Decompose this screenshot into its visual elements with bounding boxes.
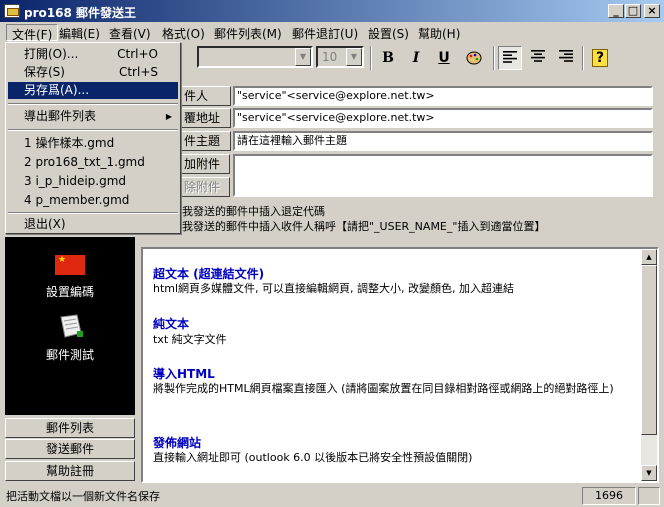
close-button[interactable]: × xyxy=(644,4,660,18)
underline-button[interactable]: U xyxy=(432,46,456,70)
menu-separator xyxy=(8,212,178,214)
menu-item-recent-2[interactable]: 2 pro168_txt_1.gmd xyxy=(8,154,178,171)
menu-item-save[interactable]: 保存(S) Ctrl+S xyxy=(8,64,178,81)
reply-label: 覆地址 xyxy=(180,108,231,128)
bold-button[interactable]: B xyxy=(376,46,400,70)
menu-separator xyxy=(8,103,178,105)
reply-field[interactable]: "service"<service@explore.net.tw> xyxy=(233,108,653,128)
status-bar: 把活動文檔以一個新文件名保存 1696 xyxy=(0,485,664,507)
menu-settings[interactable]: 設置(S) xyxy=(363,24,414,41)
align-right-button[interactable] xyxy=(554,46,578,70)
content-pane: 超文本 (超連結文件) html網頁多媒體文件, 可以直接編輯網頁, 調整大小,… xyxy=(141,247,659,483)
content-item-desc: 直接輸入網址即可 (outlook 6.0 以後版本已將安全性預設值關閉) xyxy=(153,451,473,464)
chevron-down-icon[interactable]: ▼ xyxy=(346,48,362,66)
menu-help[interactable]: 幫助(H) xyxy=(413,24,465,41)
status-count: 1696 xyxy=(582,487,636,505)
sidebar-settings-label[interactable]: 設置編碼 xyxy=(5,283,135,300)
italic-button[interactable]: I xyxy=(404,46,428,70)
china-flag-icon xyxy=(55,255,85,275)
menu-edit[interactable]: 編輯(E) xyxy=(54,24,105,41)
option-unsubscribe-code[interactable]: 我發送的郵件中插入退定代碼 xyxy=(182,203,325,219)
sidebar-button-help-register[interactable]: 幫助註冊 xyxy=(5,461,135,481)
font-size-combo[interactable]: 10 ▼ xyxy=(316,46,364,68)
align-right-icon xyxy=(559,50,573,62)
subject-label: 件主題 xyxy=(180,131,231,151)
help-question-icon: ? xyxy=(591,49,609,67)
scroll-mail-icon[interactable] xyxy=(57,313,85,341)
status-message: 把活動文檔以一個新文件名保存 xyxy=(6,490,160,503)
status-extra-panel xyxy=(638,487,660,505)
content-item-title[interactable]: 發佈網站 xyxy=(153,434,201,451)
menubar: 文件(F) 編輯(E) 查看(V) 格式(O) 郵件列表(M) 郵件退訂(U) … xyxy=(0,22,664,42)
align-center-icon xyxy=(531,50,545,62)
menu-item-export-list[interactable]: 導出郵件列表 ▶ xyxy=(8,108,178,125)
menu-unsubscribe[interactable]: 郵件退訂(U) xyxy=(287,24,363,41)
align-left-icon xyxy=(503,51,517,63)
menu-item-recent-3[interactable]: 3 i_p_hideip.gmd xyxy=(8,173,178,190)
content-item-desc: txt 純文字文件 xyxy=(153,333,227,346)
align-center-button[interactable] xyxy=(526,46,550,70)
toolbar-separator xyxy=(370,46,372,70)
menu-separator xyxy=(8,129,178,131)
subject-field[interactable]: 請在這裡輸入郵件主題 xyxy=(233,131,653,151)
scroll-thumb[interactable] xyxy=(641,265,657,435)
help-button[interactable]: ? xyxy=(588,46,612,70)
sidebar-test-label[interactable]: 郵件測試 xyxy=(5,346,135,363)
window-title: pro168 郵件發送王 xyxy=(24,6,136,20)
content-item-desc: html網頁多媒體文件, 可以直接編輯網頁, 調整大小, 改變顏色, 加入超連結 xyxy=(153,282,515,295)
file-menu-dropdown: 打開(O)... Ctrl+O 保存(S) Ctrl+S 另存爲(A)... 導… xyxy=(5,42,181,234)
font-name-combo[interactable]: ▼ xyxy=(197,46,313,68)
menu-item-open[interactable]: 打開(O)... Ctrl+O xyxy=(8,46,178,63)
toolbar-separator xyxy=(493,46,495,70)
menu-file[interactable]: 文件(F) xyxy=(6,24,59,42)
sender-field[interactable]: "service"<service@explore.net.tw> xyxy=(233,86,653,106)
palette-button[interactable] xyxy=(462,46,486,70)
scroll-down-icon[interactable]: ▼ xyxy=(641,465,657,481)
menu-view[interactable]: 查看(V) xyxy=(104,24,156,41)
sidebar-button-mail-list[interactable]: 郵件列表 xyxy=(5,418,135,438)
option-recipient-name[interactable]: 我發送的郵件中插入收件人稱呼【請把"_USER_NAME_"插入到適當位置】 xyxy=(182,218,545,234)
toolbar-separator xyxy=(582,46,584,70)
palette-icon xyxy=(466,51,482,65)
menu-format[interactable]: 格式(O) xyxy=(157,24,210,41)
menu-mail-list[interactable]: 郵件列表(M) xyxy=(209,24,287,41)
add-attachment-button[interactable]: 加附件 xyxy=(180,154,230,174)
sidebar-button-send-mail[interactable]: 發送郵件 xyxy=(5,439,135,459)
font-size-value: 10 xyxy=(322,50,338,64)
sender-label: 件人 xyxy=(180,86,231,106)
scroll-up-icon[interactable]: ▲ xyxy=(641,249,657,265)
sidebar-panel: 設置編碼 郵件測試 xyxy=(5,237,135,415)
title-bar: pro168 郵件發送王 _ □ × xyxy=(0,0,664,22)
menu-item-save-as[interactable]: 另存爲(A)... xyxy=(8,82,178,99)
vertical-scrollbar[interactable]: ▲ ▼ xyxy=(641,249,657,481)
menu-item-exit[interactable]: 退出(X) xyxy=(8,216,178,233)
attachment-list[interactable] xyxy=(233,154,653,197)
content-item-title[interactable]: 純文本 xyxy=(153,315,189,332)
chevron-down-icon[interactable]: ▼ xyxy=(295,48,311,66)
content-item-title[interactable]: 超文本 (超連結文件) xyxy=(153,265,264,282)
submenu-arrow-icon: ▶ xyxy=(165,112,172,121)
app-mail-icon xyxy=(4,4,20,18)
delete-attachment-button[interactable]: 除附件 xyxy=(180,177,230,197)
menu-item-recent-4[interactable]: 4 p_member.gmd xyxy=(8,192,178,209)
content-item-title[interactable]: 導入HTML xyxy=(153,365,215,382)
minimize-button[interactable]: _ xyxy=(608,4,624,18)
align-left-button[interactable] xyxy=(498,46,522,70)
maximize-button[interactable]: □ xyxy=(625,4,641,18)
menu-item-recent-1[interactable]: 1 操作樣本.gmd xyxy=(8,135,178,152)
content-item-desc: 將製作完成的HTML網頁檔案直接匯入 (請將圖案放置在同目錄相對路徑或網路上的絕… xyxy=(153,382,614,395)
